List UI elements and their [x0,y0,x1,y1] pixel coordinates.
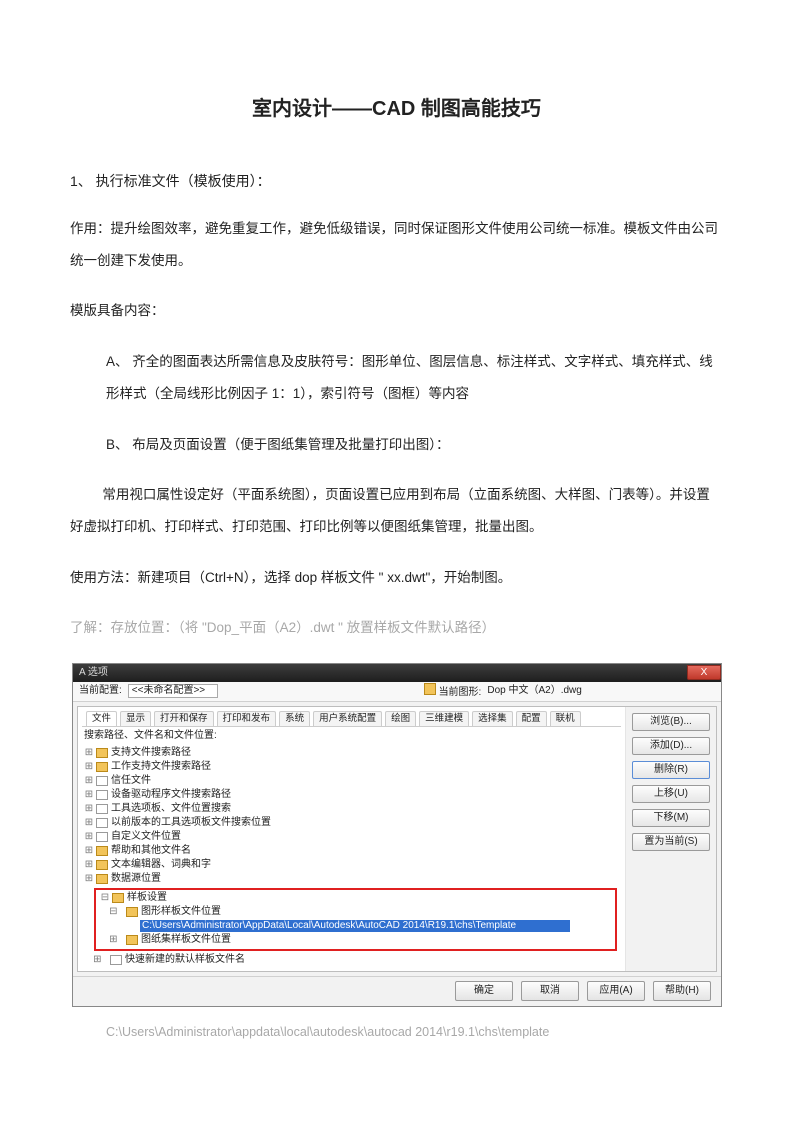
dialog-body: 文件 显示 打开和保存 打印和发布 系统 用户系统配置 绘图 三维建模 选择集 … [77,706,717,972]
tab-3d[interactable]: 三维建模 [419,711,469,726]
tab-open-save[interactable]: 打开和保存 [154,711,214,726]
dialog-footer: 确定 取消 应用(A) 帮助(H) [73,976,721,1006]
template-path: C:\Users\Administrator\appdata\local\aut… [70,1021,723,1045]
tab-drafting[interactable]: 绘图 [385,711,416,726]
cancel-button[interactable]: 取消 [521,981,579,1001]
tree-item[interactable]: 自定义文件位置 [111,831,181,843]
profile-combo[interactable]: <<未命名配置>> [128,684,218,698]
folder-icon [96,860,108,870]
folder-icon [96,776,108,786]
paragraph-template-content: 模版具备内容： [70,295,723,327]
folder-icon [126,935,138,945]
profile-label: 当前配置: [79,685,122,697]
folder-icon [96,846,108,856]
tree-item[interactable]: 工具选项板、文件位置搜索 [111,803,231,815]
tree-item[interactable]: 设备驱动程序文件搜索路径 [111,789,231,801]
ok-button[interactable]: 确定 [455,981,513,1001]
tree-item[interactable]: 帮助和其他文件名 [111,845,191,857]
folder-icon [96,804,108,814]
tree-item[interactable]: 以前版本的工具选项板文件搜索位置 [111,817,271,829]
tab-user[interactable]: 用户系统配置 [313,711,382,726]
dialog-title: A 选项 [79,667,108,679]
set-current-button[interactable]: 置为当前(S) [632,833,710,851]
tab-profiles[interactable]: 配置 [516,711,547,726]
close-icon[interactable]: X [687,665,721,680]
folder-icon [96,874,108,884]
add-button[interactable]: 添加(D)... [632,737,710,755]
folder-icon [96,762,108,772]
dialog-left-pane: 文件 显示 打开和保存 打印和发布 系统 用户系统配置 绘图 三维建模 选择集 … [78,707,626,971]
dialog-titlebar: A 选项 X [73,664,721,682]
drawing-icon [424,683,436,695]
tab-selection[interactable]: 选择集 [472,711,513,726]
folder-icon [110,955,122,965]
browse-button[interactable]: 浏览(B)... [632,713,710,731]
dialog-toolbar: 当前配置: <<未命名配置>> 当前图形: Dop 中文（A2）.dwg [73,682,721,702]
options-dialog-screenshot: A 选项 X 当前配置: <<未命名配置>> 当前图形: Dop 中文（A2）.… [70,663,723,1007]
drawing-value: Dop 中文（A2）.dwg [487,685,581,697]
tree-item[interactable]: 信任文件 [111,775,151,787]
file-tree[interactable]: ⊞支持文件搜索路径 ⊞工作支持文件搜索路径 ⊞信任文件 ⊞设备驱动程序文件搜索路… [82,744,621,969]
page-title: 室内设计——CAD 制图高能技巧 [70,90,723,128]
tab-online[interactable]: 联机 [550,711,581,726]
move-up-button[interactable]: 上移(U) [632,785,710,803]
help-button[interactable]: 帮助(H) [653,981,711,1001]
tree-item[interactable]: 图纸集样板文件位置 [141,934,231,946]
paragraph-usage: 使用方法：新建项目（Ctrl+N），选择 dop 样板文件 " xx.dwt"，… [70,562,723,594]
folder-icon [96,790,108,800]
section-heading-1: 1、 执行标准文件（模板使用）： [70,168,723,195]
tree-item[interactable]: 快速新建的默认样板文件名 [125,954,245,966]
paragraph-viewport: 常用视口属性设定好（平面系统图），页面设置已应用到布局（立面系统图、大样图、门表… [70,479,723,544]
paragraph-location-note: 了解：存放位置：（将 "Dop_平面（A2）.dwt " 放置样板文件默认路径） [70,612,723,644]
tree-header: 搜索路径、文件名和文件位置: [82,727,621,744]
folder-icon [96,818,108,828]
folder-icon [126,907,138,917]
drawing-label: 当前图形: [439,687,482,698]
tree-item-template-settings[interactable]: 样板设置 [127,892,167,904]
folder-icon [96,832,108,842]
tree-item[interactable]: 文本编辑器、词典和字 [111,859,211,871]
options-dialog: A 选项 X 当前配置: <<未命名配置>> 当前图形: Dop 中文（A2）.… [72,663,722,1007]
folder-icon [112,893,124,903]
list-item-b: B、 布局及页面设置（便于图纸集管理及批量打印出图）： [70,429,723,461]
tab-files[interactable]: 文件 [86,711,117,726]
selected-group-box: ⊟样板设置 ⊟图形样板文件位置 C:\Users\Administrator\A… [94,888,617,951]
selected-path[interactable]: C:\Users\Administrator\AppData\Local\Aut… [140,920,570,932]
paragraph-purpose: 作用：提升绘图效率，避免重复工作，避免低级错误，同时保证图形文件使用公司统一标准… [70,213,723,278]
folder-icon [96,748,108,758]
list-item-a: A、 齐全的图面表达所需信息及皮肤符号：图形单位、图层信息、标注样式、文字样式、… [70,346,723,411]
tree-item-template-location[interactable]: 图形样板文件位置 [141,906,221,918]
remove-button[interactable]: 删除(R) [632,761,710,779]
tree-item[interactable]: 工作支持文件搜索路径 [111,761,211,773]
move-down-button[interactable]: 下移(M) [632,809,710,827]
apply-button[interactable]: 应用(A) [587,981,645,1001]
tab-display[interactable]: 显示 [120,711,151,726]
dialog-tabs: 文件 显示 打开和保存 打印和发布 系统 用户系统配置 绘图 三维建模 选择集 … [82,709,621,727]
tab-plot[interactable]: 打印和发布 [217,711,277,726]
tree-item[interactable]: 支持文件搜索路径 [111,747,191,759]
tree-item[interactable]: 数据源位置 [111,873,161,885]
dialog-right-pane: 浏览(B)... 添加(D)... 删除(R) 上移(U) 下移(M) 置为当前… [626,707,716,971]
tab-system[interactable]: 系统 [279,711,310,726]
